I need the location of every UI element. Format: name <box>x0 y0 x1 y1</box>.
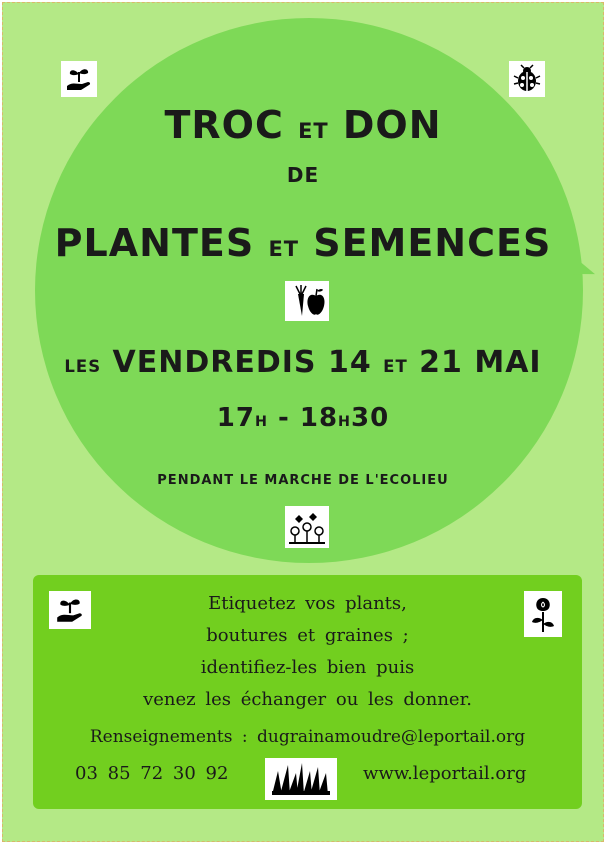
title-et-1: ET <box>298 119 329 143</box>
dates-line: LES VENDREDIS 14 ET 21 MAI <box>3 345 603 380</box>
panel-line-2: boutures et graines ; <box>206 625 409 646</box>
time-start: 17 <box>216 403 255 433</box>
title-et-2: ET <box>268 237 299 261</box>
title-troc: TROC <box>164 103 284 147</box>
time-start-unit: H <box>254 414 268 430</box>
dates-first: VENDREDIS 14 <box>112 345 372 380</box>
grass-icon <box>265 758 337 800</box>
title-line-2: DE <box>286 163 320 187</box>
panel-line-1: Etiquetez vos plants, <box>208 593 407 614</box>
time-end-unit: H <box>338 414 352 430</box>
panel-line-3: identifiez-les bien puis <box>200 657 415 678</box>
dates-second: 21 MAI <box>419 345 542 380</box>
title-line-3: PLANTES ET SEMENCES <box>3 221 603 265</box>
contact-email[interactable]: Renseignements : dugrainamoudre@leportai… <box>33 727 582 747</box>
dates-et: ET <box>383 357 408 376</box>
contact-phone[interactable]: 03 85 72 30 92 <box>75 763 228 784</box>
title-plantes: PLANTES <box>54 221 255 265</box>
website-link[interactable]: www.leportail.org <box>363 763 526 784</box>
seedling-hand-icon <box>61 61 97 97</box>
poster: TROC ET DON DE PLANTES ET SEMENCES LES V… <box>2 2 604 842</box>
venue: PENDANT LE MARCHE DE L'ECOLIEU <box>157 473 449 488</box>
info-panel: Etiquetez vos plants, boutures et graine… <box>33 575 582 809</box>
time-end-hours: 18 <box>299 403 339 433</box>
carrot-apple-icon <box>285 281 329 321</box>
dates-prefix: LES <box>64 357 102 376</box>
panel-line-4: venez les échanger ou les donner. <box>143 689 472 710</box>
title-don: DON <box>342 103 442 147</box>
ladybug-icon <box>509 61 545 97</box>
title-line-1: TROC ET DON <box>3 103 603 147</box>
time-line: 17H - 18H30 <box>3 403 603 433</box>
flowers-icon <box>285 506 329 548</box>
title-semences: SEMENCES <box>313 221 552 265</box>
time-end-minutes: 30 <box>351 403 390 433</box>
time-dash: - <box>278 403 290 433</box>
